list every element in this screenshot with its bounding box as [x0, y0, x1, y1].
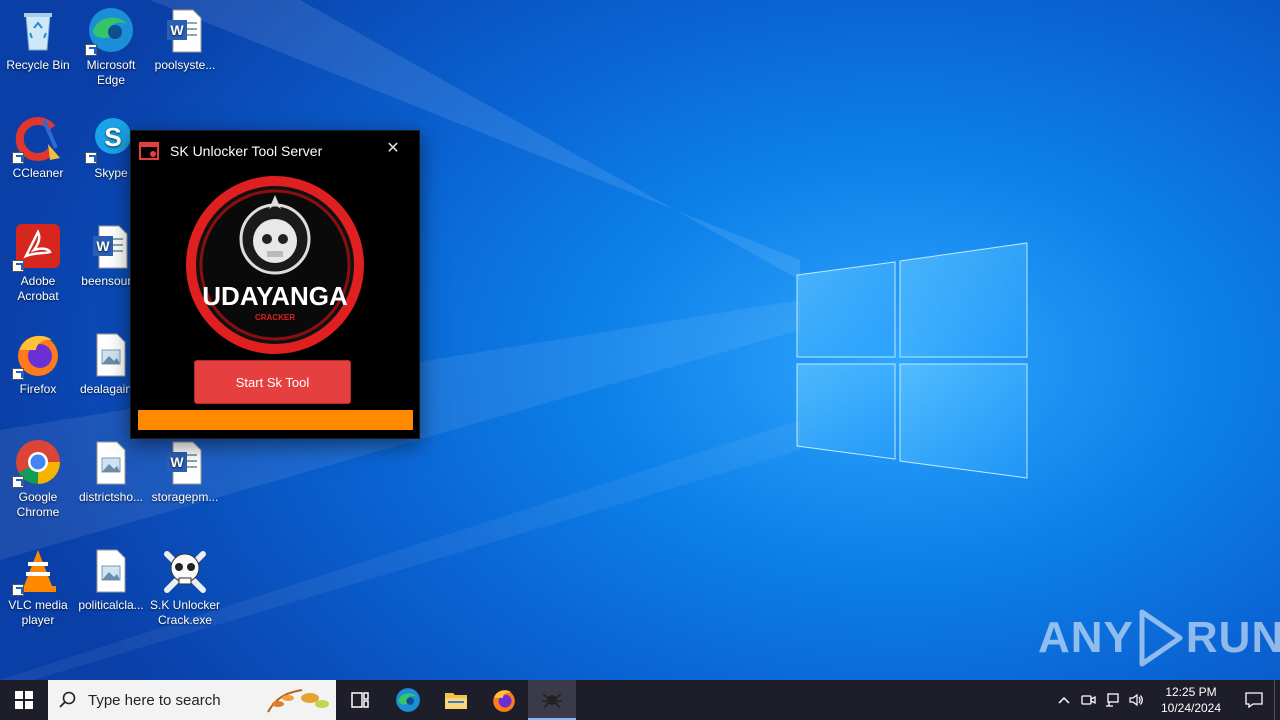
desktop-icon-label: S.K Unlocker Crack.exe [149, 598, 221, 627]
desktop-icon-districtsho[interactable]: districtsho... [73, 432, 149, 532]
desktop-icon-politicalcla[interactable]: politicalcla... [73, 540, 149, 640]
taskbar: Type here to search 12:25 PM 10/24/2024 [0, 680, 1280, 720]
desktop-icon-label: Adobe Acrobat [17, 274, 59, 303]
word-document-icon: W [161, 6, 209, 54]
anyrun-watermark: ANY RUN [1038, 608, 1280, 668]
clock-time: 12:25 PM [1165, 685, 1217, 699]
adobe-acrobat-icon [12, 222, 62, 272]
sk-unlocker-dialog[interactable]: SK Unlocker Tool Server ✕ UDAYANGA CRACK… [130, 130, 420, 439]
task-view-button[interactable] [336, 680, 384, 720]
desktop-icon-label: Microsoft Edge [86, 58, 136, 87]
image-file-icon [87, 438, 135, 486]
desktop-icon-label: Firefox [19, 382, 57, 396]
watermark-left: ANY [1038, 613, 1134, 662]
network-icon [1106, 693, 1119, 707]
svg-text:S: S [104, 122, 121, 152]
skype-icon: S [85, 114, 135, 164]
taskbar-file-explorer-button[interactable] [432, 680, 480, 720]
chrome-icon [12, 438, 62, 488]
system-tray: 12:25 PM 10/24/2024 [1052, 680, 1280, 720]
skull-crossbones-icon [161, 546, 209, 594]
word-document-icon: W [87, 222, 135, 270]
desktop-icon-storagepm[interactable]: W storagepm... [147, 432, 223, 532]
show-desktop-button[interactable] [1274, 680, 1280, 720]
dialog-title: SK Unlocker Tool Server [170, 142, 323, 159]
dialog-titlebar[interactable]: SK Unlocker Tool Server [131, 131, 419, 170]
desktop-icon-sk-unlocker-crack[interactable]: S.K Unlocker Crack.exe [147, 540, 223, 640]
show-hidden-icons-button[interactable] [1052, 680, 1076, 720]
volume-icon [1129, 693, 1143, 707]
desktop-icon-poolsyste[interactable]: W poolsyste... [147, 0, 223, 100]
start-sk-tool-button[interactable]: Start Sk Tool [194, 360, 351, 404]
taskbar-search-box[interactable]: Type here to search [48, 680, 336, 720]
ccleaner-icon [12, 114, 62, 164]
meet-now-button[interactable] [1076, 680, 1100, 720]
app-window-icon [139, 141, 159, 160]
image-file-icon [87, 546, 135, 594]
search-highlight-art [267, 689, 329, 713]
taskbar-firefox-button[interactable] [480, 680, 528, 720]
task-view-icon [351, 692, 369, 708]
desktop-icon-ccleaner[interactable]: CCleaner [0, 108, 76, 208]
spider-icon [542, 693, 562, 709]
logo-text: UDAYANGA [202, 281, 348, 311]
volume-button[interactable] [1124, 680, 1148, 720]
notification-icon [1245, 692, 1263, 708]
word-document-icon: W [161, 438, 209, 486]
desktop-icon-microsoft-edge[interactable]: Microsoft Edge [73, 0, 149, 100]
desktop-icon-label: Google Chrome [16, 490, 60, 519]
desktop-icon-label: poolsyste... [154, 58, 216, 72]
svg-text:W: W [170, 454, 184, 470]
vlc-icon [12, 546, 62, 596]
desktop-icon-label: politicalcla... [78, 598, 144, 612]
taskbar-clock[interactable]: 12:25 PM 10/24/2024 [1154, 684, 1228, 716]
desktop-icon-label: storagepm... [151, 490, 219, 504]
taskbar-edge-button[interactable] [384, 680, 432, 720]
desktop-icon-label: VLC media player [8, 598, 68, 627]
close-button[interactable]: ✕ [385, 141, 401, 157]
desktop-icon-label: districtsho... [78, 490, 144, 504]
network-button[interactable] [1100, 680, 1124, 720]
desktop-icon-vlc[interactable]: VLC media player [0, 540, 76, 640]
desktop-icon-label: CCleaner [12, 166, 64, 180]
firefox-icon [493, 690, 515, 712]
desktop-icon-google-chrome[interactable]: Google Chrome [0, 432, 76, 532]
notifications-button[interactable] [1234, 680, 1274, 720]
progress-bar-fill [138, 410, 413, 430]
image-file-icon [87, 330, 135, 378]
start-button[interactable] [0, 680, 48, 720]
windows-logo-icon [15, 691, 33, 709]
desktop-icon-adobe-acrobat[interactable]: Adobe Acrobat [0, 216, 76, 316]
logo-subtext: CRACKER [255, 313, 295, 322]
search-icon [48, 691, 88, 709]
chevron-up-icon [1058, 696, 1070, 704]
play-icon [1139, 609, 1183, 667]
taskbar-sk-unlocker-button[interactable] [528, 680, 576, 720]
svg-text:W: W [170, 22, 184, 38]
edge-icon [85, 6, 135, 56]
search-placeholder: Type here to search [88, 691, 221, 709]
desktop-icon-recycle-bin[interactable]: Recycle Bin [0, 0, 76, 100]
udayanga-cracker-logo: UDAYANGA CRACKER [186, 176, 364, 354]
clock-date: 10/24/2024 [1160, 701, 1222, 715]
recycle-bin-icon [14, 6, 62, 54]
meet-now-icon [1081, 695, 1096, 705]
desktop-icon-label: Recycle Bin [6, 58, 70, 72]
folder-icon [445, 693, 467, 709]
watermark-right: RUN [1185, 613, 1280, 662]
progress-bar [138, 410, 413, 430]
desktop-icon-firefox[interactable]: Firefox [0, 324, 76, 424]
firefox-icon [12, 330, 62, 380]
svg-text:W: W [96, 238, 110, 254]
edge-icon [396, 688, 420, 712]
